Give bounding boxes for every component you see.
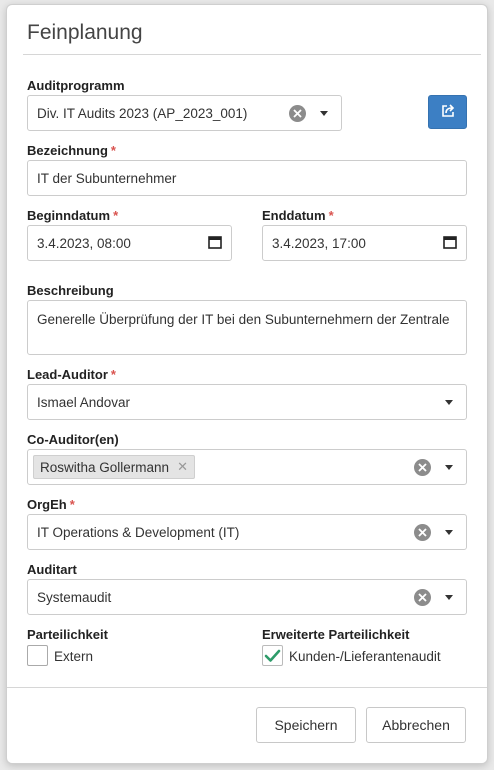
erweiterte-parteilichkeit-label: Erweiterte Parteilichkeit (262, 627, 410, 642)
clear-icon[interactable] (289, 104, 306, 122)
checkmark-icon (263, 649, 282, 668)
save-button[interactable]: Speichern (256, 707, 356, 743)
clear-icon[interactable] (414, 588, 431, 606)
title-divider (23, 54, 481, 55)
auditart-select[interactable]: Systemaudit (27, 579, 467, 615)
cancel-button[interactable]: Abbrechen (366, 707, 466, 743)
beschreibung-label: Beschreibung (27, 283, 114, 298)
calendar-icon[interactable] (443, 235, 457, 252)
auditprogramm-value: Div. IT Audits 2023 (AP_2023_001) (37, 105, 248, 121)
lead-auditor-label: Lead-Auditor * (27, 367, 116, 382)
enddatum-label: Enddatum * (262, 208, 334, 223)
dialog-title: Feinplanung (27, 21, 143, 44)
share-icon (440, 103, 456, 122)
beginndatum-label: Beginndatum * (27, 208, 119, 223)
co-auditoren-select[interactable]: Roswitha Gollermann ✕ (27, 449, 467, 485)
bezeichnung-input[interactable]: IT der Subunternehmer (27, 160, 467, 196)
parteilichkeit-label: Parteilichkeit (27, 627, 108, 642)
chevron-down-icon[interactable] (445, 399, 453, 405)
auditprogramm-select[interactable]: Div. IT Audits 2023 (AP_2023_001) (27, 95, 342, 131)
bezeichnung-label: Bezeichnung * (27, 143, 116, 158)
beginndatum-input[interactable]: 3.4.2023, 08:00 (27, 225, 232, 261)
chevron-down-icon[interactable] (445, 529, 453, 535)
clear-icon[interactable] (414, 523, 431, 541)
co-auditoren-label: Co-Auditor(en) (27, 432, 119, 447)
co-auditor-chip: Roswitha Gollermann ✕ (33, 455, 195, 479)
orgeh-label: OrgEh * (27, 497, 75, 512)
enddatum-input[interactable]: 3.4.2023, 17:00 (262, 225, 467, 261)
kunden-lieferantenaudit-label: Kunden-/Lieferantenaudit (289, 649, 441, 664)
chevron-down-icon[interactable] (445, 464, 453, 470)
chevron-down-icon[interactable] (445, 594, 453, 600)
chevron-down-icon[interactable] (320, 110, 328, 116)
calendar-icon[interactable] (208, 235, 222, 252)
extern-label: Extern (54, 649, 94, 664)
orgeh-select[interactable]: IT Operations & Development (IT) (27, 514, 467, 550)
extern-checkbox[interactable] (27, 645, 48, 666)
footer-divider (7, 687, 487, 688)
lead-auditor-select[interactable]: Ismael Andovar (27, 384, 467, 420)
kunden-lieferantenaudit-checkbox[interactable] (262, 645, 283, 666)
auditprogramm-label: Auditprogramm (27, 78, 125, 93)
clear-icon[interactable] (414, 458, 431, 476)
auditart-label: Auditart (27, 562, 77, 577)
beschreibung-textarea[interactable]: Generelle Überprüfung der IT bei den Sub… (27, 300, 467, 355)
remove-chip-icon[interactable]: ✕ (177, 459, 188, 475)
open-auditprogramm-button[interactable] (428, 95, 467, 129)
feinplanung-dialog: Feinplanung Auditprogramm Div. IT Audits… (6, 4, 488, 764)
